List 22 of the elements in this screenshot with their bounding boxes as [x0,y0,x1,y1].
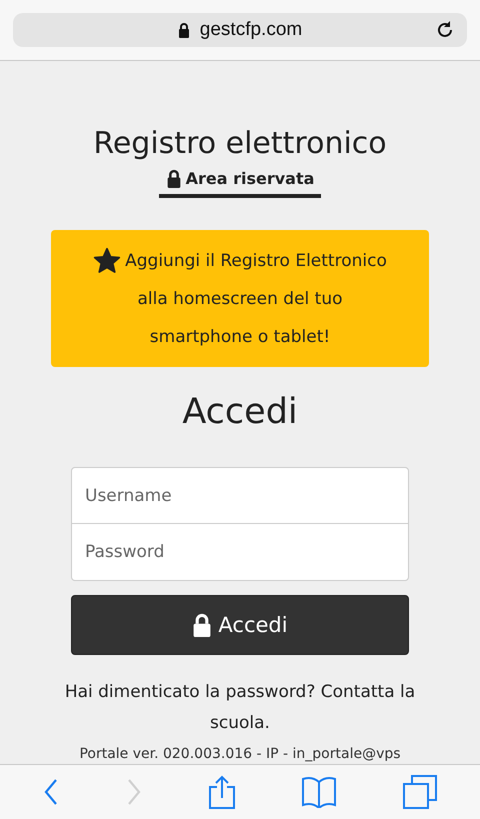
share-icon[interactable] [208,775,235,809]
url-text: gestcfp.com [200,19,302,41]
banner-text: Aggiungi il Registro Elettronico [125,250,387,270]
banner-text: smartphone o tablet! [150,326,330,346]
login-button[interactable]: Accedi [71,595,409,655]
reload-icon[interactable] [435,20,455,40]
footer-text: Portale ver. 020.003.016 - IP - in_portale@vps [79,746,401,762]
password-field[interactable]: Password [71,524,409,581]
tabs-icon[interactable] [402,775,437,809]
help-text: Hai dimenticato la password? Contatta la scuola. [64,681,416,735]
username-field[interactable]: Username [71,467,409,524]
address-bar[interactable]: gestcfp.com [13,13,467,47]
banner-text: alla homescreen del tuo [137,288,342,308]
lock-icon [166,169,182,188]
lock-icon [178,22,190,38]
bookmarks-icon[interactable] [302,776,336,808]
login-heading: Accedi [182,391,298,434]
back-icon[interactable] [43,778,60,806]
star-icon [93,246,122,274]
lock-icon [192,613,212,637]
section-heading: Area riservata [159,169,321,198]
page-title: Registro elettronico [93,125,387,163]
